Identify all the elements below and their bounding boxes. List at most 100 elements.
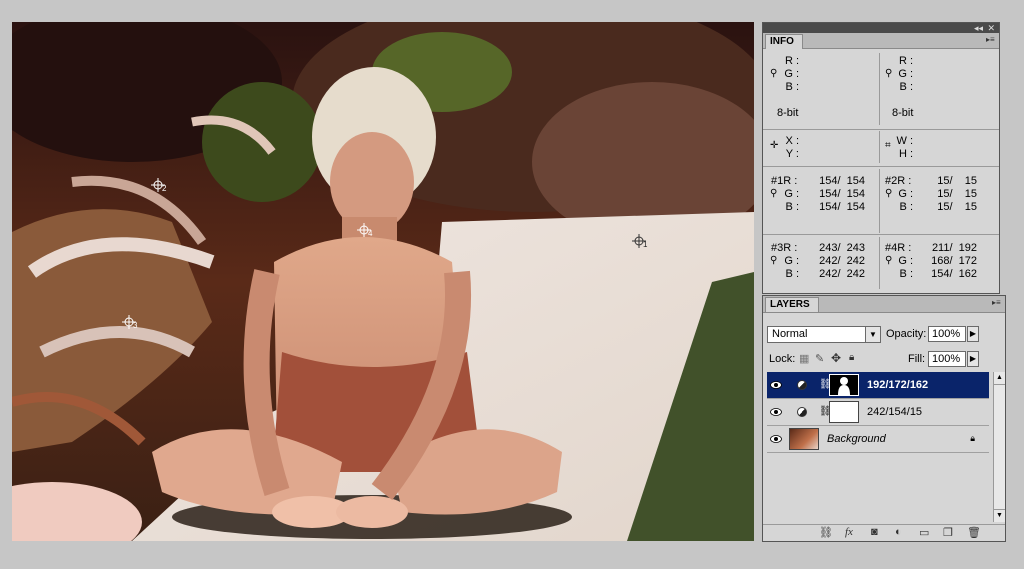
chevron-down-icon: ▼ — [865, 327, 880, 342]
layers-footer: ⛓ fx ◙ ◐ ▭ ❐ 🗑︎ — [763, 524, 1005, 541]
layer-name[interactable]: 242/154/15 — [867, 406, 922, 418]
fill-label: Fill: — [908, 353, 926, 365]
new-adjustment-icon[interactable]: ◐ — [895, 526, 902, 538]
opacity-field[interactable]: 100% ▶ — [928, 326, 979, 342]
s2-r-value: 15/ 15 — [937, 175, 977, 187]
s4-r-value: 211/ 192 — [931, 242, 977, 254]
opacity-label: Opacity: — [886, 328, 927, 340]
sampler-number: 1 — [643, 240, 648, 249]
info-rgb-right: R : ⚲ G : B : 8-bit — [879, 51, 999, 121]
tab-layers[interactable]: LAYERS — [765, 297, 819, 312]
g-label: G : — [898, 68, 913, 80]
new-layer-icon[interactable]: ❐ — [943, 526, 953, 539]
lock-transparent-icon[interactable]: ▦ — [799, 352, 809, 365]
slider-arrow-icon[interactable]: ▶ — [967, 351, 979, 367]
s2-b-value: 15/ 15 — [937, 201, 977, 213]
layer-mask-thumbnail[interactable] — [829, 401, 859, 423]
info-panel-titlebar[interactable]: ◂◂ ✕ — [763, 23, 999, 33]
collapse-icon[interactable]: ◂◂ — [974, 23, 983, 33]
g-label: G : — [784, 68, 799, 80]
layer-list: ⛓ 192/172/162 ⛓ 242/154/15 Background 🔒︎… — [763, 372, 1007, 522]
scroll-up-arrow[interactable]: ▲ — [994, 372, 1005, 385]
image-canvas[interactable]: 1 2 3 4 — [12, 22, 754, 541]
blend-mode-select[interactable]: Normal ▼ — [767, 326, 881, 343]
s4-g-label: G : — [898, 255, 913, 267]
visibility-eye-icon[interactable] — [770, 380, 782, 390]
sampler-4-readout: #4R : ⚲ G : B : 211/ 192 168/ 172 154/ 1… — [879, 238, 999, 282]
s3-g-label: G : — [784, 255, 799, 267]
s2-b-label: B : — [899, 201, 913, 213]
x-label: X : — [785, 135, 799, 147]
panel-menu-icon[interactable]: ▸≡ — [992, 299, 1002, 307]
sampler-number: 2 — [162, 184, 167, 193]
fill-field[interactable]: 100% ▶ — [928, 351, 979, 367]
mask-silhouette-icon — [838, 377, 850, 395]
close-icon[interactable]: ✕ — [987, 23, 995, 33]
blend-mode-value: Normal — [772, 328, 808, 340]
sampler-2-readout: #2R : ⚲ G : B : 15/ 15 15/ 15 15/ 15 — [879, 171, 999, 215]
photo — [12, 22, 754, 541]
layers-tab-row: LAYERS ▸≡ — [763, 296, 1005, 313]
info-divider — [763, 129, 999, 130]
s1-r-label: #1R : — [771, 175, 798, 187]
w-label: W : — [896, 135, 914, 147]
layer-row[interactable]: Background 🔒︎ — [767, 426, 989, 453]
color-sampler-4[interactable]: 4 — [357, 223, 373, 238]
layers-panel: LAYERS ▸≡ Normal ▼ Opacity: 100% ▶ Lock:… — [762, 295, 1006, 542]
layer-name[interactable]: Background — [827, 433, 886, 445]
color-sampler-3[interactable]: 3 — [122, 315, 137, 330]
s4-b-label: B : — [899, 268, 913, 280]
s1-b-label: B : — [785, 201, 799, 213]
new-group-icon[interactable]: ▭ — [919, 526, 929, 539]
color-sampler-1[interactable]: 1 — [632, 234, 648, 249]
sampler-number: 4 — [368, 229, 373, 238]
s1-g-value: 154/ 154 — [819, 188, 865, 200]
lock-brush-icon[interactable]: ✎ — [815, 352, 824, 365]
b-label: B : — [899, 81, 913, 93]
s2-g-label: G : — [898, 188, 913, 200]
lock-move-icon[interactable]: ✥ — [831, 351, 841, 365]
delete-layer-icon[interactable]: 🗑︎ — [967, 526, 981, 539]
fx-icon[interactable]: fx — [845, 526, 853, 538]
s1-r-value: 154/ 154 — [819, 175, 865, 187]
s3-b-label: B : — [785, 268, 799, 280]
layer-mask-thumbnail[interactable] — [829, 374, 859, 396]
bit-depth: 8-bit — [777, 107, 799, 119]
layer-thumbnail[interactable] — [789, 428, 819, 450]
layer-name[interactable]: 192/172/162 — [867, 379, 928, 391]
add-mask-icon[interactable]: ◙ — [871, 526, 878, 538]
b-label: B : — [785, 81, 799, 93]
s3-r-value: 243/ 243 — [819, 242, 865, 254]
r-label: R : — [784, 55, 799, 67]
s3-g-value: 242/ 242 — [819, 255, 865, 267]
lock-all-icon[interactable]: 🔒︎ — [849, 352, 854, 363]
visibility-eye-icon[interactable] — [770, 434, 782, 444]
s2-g-value: 15/ 15 — [937, 188, 977, 200]
slider-arrow-icon[interactable]: ▶ — [967, 326, 979, 342]
adjustment-layer-icon — [797, 380, 807, 390]
bit-depth: 8-bit — [892, 107, 914, 119]
info-tab-row: INFO ▸≡ — [763, 33, 999, 49]
tab-info[interactable]: INFO — [765, 34, 803, 49]
s1-g-label: G : — [784, 188, 799, 200]
s4-g-value: 168/ 172 — [931, 255, 977, 267]
color-sampler-2[interactable]: 2 — [151, 178, 167, 193]
scroll-down-arrow[interactable]: ▼ — [994, 509, 1005, 522]
visibility-eye-icon[interactable] — [770, 407, 782, 417]
layer-row[interactable]: ⛓ 192/172/162 — [767, 372, 989, 399]
panel-menu-icon[interactable]: ▸≡ — [986, 36, 996, 44]
s3-b-value: 242/ 242 — [819, 268, 865, 280]
info-panel: ◂◂ ✕ INFO ▸≡ R : ⚲ G : B : 8-bit R : ⚲ G… — [762, 22, 1000, 294]
layers-scrollbar[interactable]: ▲ ▼ — [993, 372, 1005, 522]
info-divider — [763, 166, 999, 167]
info-divider — [763, 234, 999, 235]
link-layers-icon[interactable]: ⛓ — [819, 526, 833, 539]
sampler-1-readout: #1R : ⚲ G : B : 154/ 154 154/ 154 154/ 1… — [763, 171, 879, 215]
s4-r-label: #4R : — [885, 242, 912, 254]
h-label: H : — [898, 148, 913, 160]
opacity-value: 100% — [932, 328, 961, 340]
s4-b-value: 154/ 162 — [931, 268, 977, 280]
y-label: Y : — [785, 148, 799, 160]
layer-row[interactable]: ⛓ 242/154/15 — [767, 399, 989, 426]
r-label: R : — [898, 55, 913, 67]
